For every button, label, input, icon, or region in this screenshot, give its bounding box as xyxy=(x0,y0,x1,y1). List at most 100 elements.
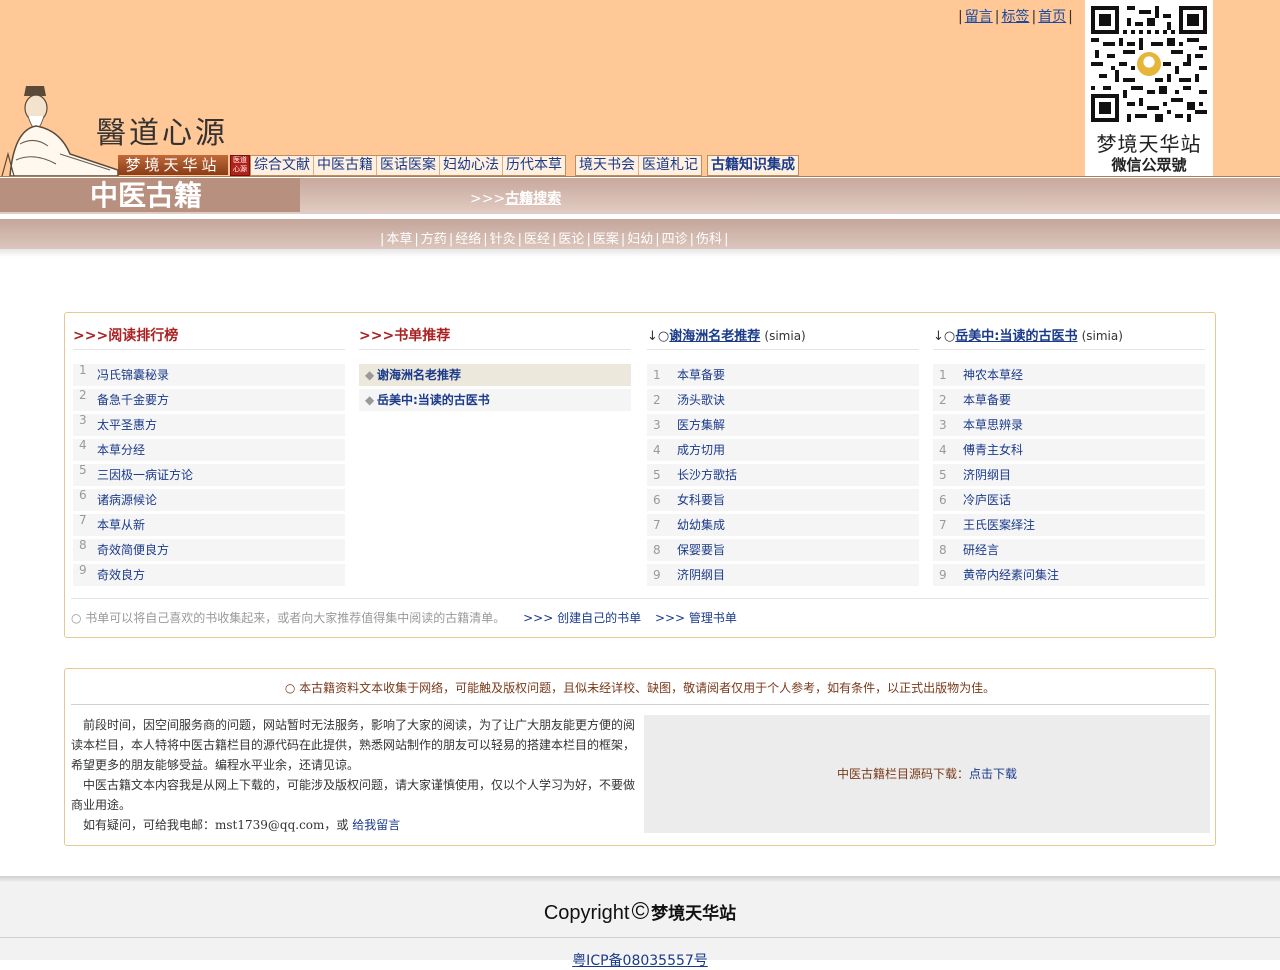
yue-list: 1 神农本草经 2 本草备要 3 本草思辨录 4 傅青主女科 5 济阴纲目 6 冷庐医话 7… xyxy=(933,364,1205,586)
nav-knowledge-base[interactable]: 古籍知识集成 xyxy=(708,156,798,175)
list-item: 5 长沙方歌括 xyxy=(647,464,919,486)
recommend-heading: >>>书单推荐 xyxy=(359,325,631,350)
category-link[interactable]: 医论 xyxy=(558,232,584,247)
book-link[interactable]: 女科要旨 xyxy=(677,489,725,511)
contact-text: 如有疑问，可给我电邮：mst1739@qq.com，或 xyxy=(83,818,349,832)
category-link[interactable]: 医经 xyxy=(524,232,550,247)
wechat-qr-panel: 梦境天华站 微信公眾號 xyxy=(1085,0,1213,176)
book-link[interactable]: 本草备要 xyxy=(963,389,1011,411)
icp-link[interactable]: 粤ICP备08035557号 xyxy=(572,953,708,969)
nav-notes[interactable]: 医道札记 xyxy=(639,156,701,175)
category-band-shadow xyxy=(0,249,1280,257)
book-link[interactable]: 长沙方歌括 xyxy=(677,464,737,486)
list-item: 3 太平圣惠方 xyxy=(73,413,345,436)
category-link[interactable]: 针灸 xyxy=(490,232,516,247)
book-link[interactable]: 本草分经 xyxy=(97,439,145,461)
book-link[interactable]: 济阴纲目 xyxy=(963,464,1011,486)
item-number: 5 xyxy=(939,468,947,482)
category-link[interactable]: 医案 xyxy=(593,232,619,247)
book-link[interactable]: 奇效良方 xyxy=(97,564,145,586)
heading-prefix: ↓○ xyxy=(933,329,956,344)
ranking-title: 阅读排行榜 xyxy=(108,328,179,344)
book-link[interactable]: 本草备要 xyxy=(677,364,725,386)
book-link[interactable]: 王氏医案绎注 xyxy=(963,514,1035,536)
list-item: 7 本草从新 xyxy=(73,513,345,536)
list-item: 6 诸病源候论 xyxy=(73,488,345,511)
home-link[interactable]: 首页 xyxy=(1038,9,1066,25)
book-link[interactable]: 诸病源候论 xyxy=(97,489,157,511)
item-number: 8 xyxy=(939,543,947,557)
footer-line xyxy=(0,937,1280,938)
book-link[interactable]: 本草从新 xyxy=(97,514,145,536)
manage-booklist-link[interactable]: >>> 管理书单 xyxy=(655,611,737,625)
main-nav-group-1: 综合文献 中医古籍 医话医案 妇幼心法 历代本草 xyxy=(250,155,566,176)
list-item: 5 三因极一病证方论 xyxy=(73,463,345,486)
heading-prefix: >>> xyxy=(73,328,109,344)
book-link[interactable]: 三因极一病证方论 xyxy=(97,464,193,486)
book-link[interactable]: 黄帝内经素问集注 xyxy=(963,564,1059,586)
book-link[interactable]: 汤头歌诀 xyxy=(677,389,725,411)
list-item: 2 本草备要 xyxy=(933,389,1205,411)
download-link[interactable]: 点击下载 xyxy=(969,767,1017,781)
book-link[interactable]: 奇效简便良方 xyxy=(97,539,169,561)
category-link[interactable]: 方药 xyxy=(421,232,447,247)
rank-number: 5 xyxy=(79,463,87,477)
category-link[interactable]: 经络 xyxy=(455,232,481,247)
leave-message-link[interactable]: 留言 xyxy=(965,9,993,25)
rank-number: 9 xyxy=(79,563,87,577)
site-name-banner: 梦境天华站 xyxy=(118,155,228,175)
list-item: 3 医方集解 xyxy=(647,414,919,436)
book-link[interactable]: 备急千金要方 xyxy=(97,389,169,411)
book-link[interactable]: 傅青主女科 xyxy=(963,439,1023,461)
category-link[interactable]: 本草 xyxy=(386,232,412,247)
diamond-icon: ◆ xyxy=(365,368,375,382)
item-number: 4 xyxy=(653,443,661,457)
book-link[interactable]: 济阴纲目 xyxy=(677,564,725,586)
leave-message-link[interactable]: 给我留言 xyxy=(352,818,400,832)
list-item: 4 成方切用 xyxy=(647,439,919,461)
info-panel: ○ 本古籍资料文本收集于网络，可能触及版权问题，且似未经详校、缺图，敬请阅者仅用… xyxy=(64,668,1216,846)
copyright-word: Copyright xyxy=(543,902,630,924)
yue-list-title-link[interactable]: 岳美中:当读的古医书 xyxy=(955,329,1077,344)
book-link[interactable]: 成方切用 xyxy=(677,439,725,461)
classics-search-link[interactable]: 古籍搜索 xyxy=(505,191,561,207)
main-nav-group-3: 古籍知识集成 xyxy=(707,155,799,176)
tags-link[interactable]: 标签 xyxy=(1001,9,1029,25)
create-booklist-link[interactable]: >>> 创建自己的书单 xyxy=(523,611,641,625)
rank-number: 3 xyxy=(79,413,87,427)
nav-gyn-pediatrics[interactable]: 妇幼心法 xyxy=(440,156,503,175)
search-link-prefix: >>> xyxy=(470,191,506,207)
site-logo[interactable]: 醫道心源 xyxy=(96,108,228,152)
page-title: 中医古籍 xyxy=(90,179,203,212)
category-link[interactable]: 伤科 xyxy=(696,232,722,247)
xie-list-heading: ↓○谢海洲名老推荐 (simia) xyxy=(647,325,919,350)
list-item: 3 本草思辨录 xyxy=(933,414,1205,436)
book-link[interactable]: 太平圣惠方 xyxy=(97,414,157,436)
xie-list-title-link[interactable]: 谢海洲名老推荐 xyxy=(669,329,760,344)
rank-number: 4 xyxy=(79,438,87,452)
book-link[interactable]: 冯氏锦囊秘录 xyxy=(97,364,169,386)
recommend-list: ◆ 谢海洲名老推荐 ◆ 岳美中:当读的古医书 xyxy=(359,364,631,411)
nav-book-club[interactable]: 境天书会 xyxy=(576,156,639,175)
book-link[interactable]: 研经言 xyxy=(963,539,999,561)
book-link[interactable]: 冷庐医话 xyxy=(963,489,1011,511)
book-link[interactable]: 神农本草经 xyxy=(963,364,1023,386)
book-link[interactable]: 保婴要旨 xyxy=(677,539,725,561)
top-links: | 留言 | 标签 | 首页 | xyxy=(958,9,1073,25)
book-link[interactable]: 本草思辨录 xyxy=(963,414,1023,436)
category-link[interactable]: 妇幼 xyxy=(627,232,653,247)
book-link[interactable]: 幼幼集成 xyxy=(677,514,725,536)
list-item: 4 傅青主女科 xyxy=(933,439,1205,461)
nav-comprehensive[interactable]: 综合文献 xyxy=(251,156,314,175)
book-link[interactable]: 医方集解 xyxy=(677,414,725,436)
item-number: 7 xyxy=(939,518,947,532)
list-item: 1 冯氏锦囊秘录 xyxy=(73,363,345,386)
list-author: (simia) xyxy=(764,329,806,343)
nav-medical-cases[interactable]: 医话医案 xyxy=(377,156,440,175)
category-link[interactable]: 四诊 xyxy=(662,232,688,247)
nav-materia-medica[interactable]: 历代本草 xyxy=(503,156,565,175)
booklist-link[interactable]: 岳美中:当读的古医书 xyxy=(377,389,490,411)
nav-tcm-classics[interactable]: 中医古籍 xyxy=(314,156,377,175)
booklist-link[interactable]: 谢海洲名老推荐 xyxy=(377,364,461,386)
ranking-column: >>>阅读排行榜 1 冯氏锦囊秘录 2 备急千金要方 3 太平圣惠方 4 本草分经 5三… xyxy=(73,325,345,589)
